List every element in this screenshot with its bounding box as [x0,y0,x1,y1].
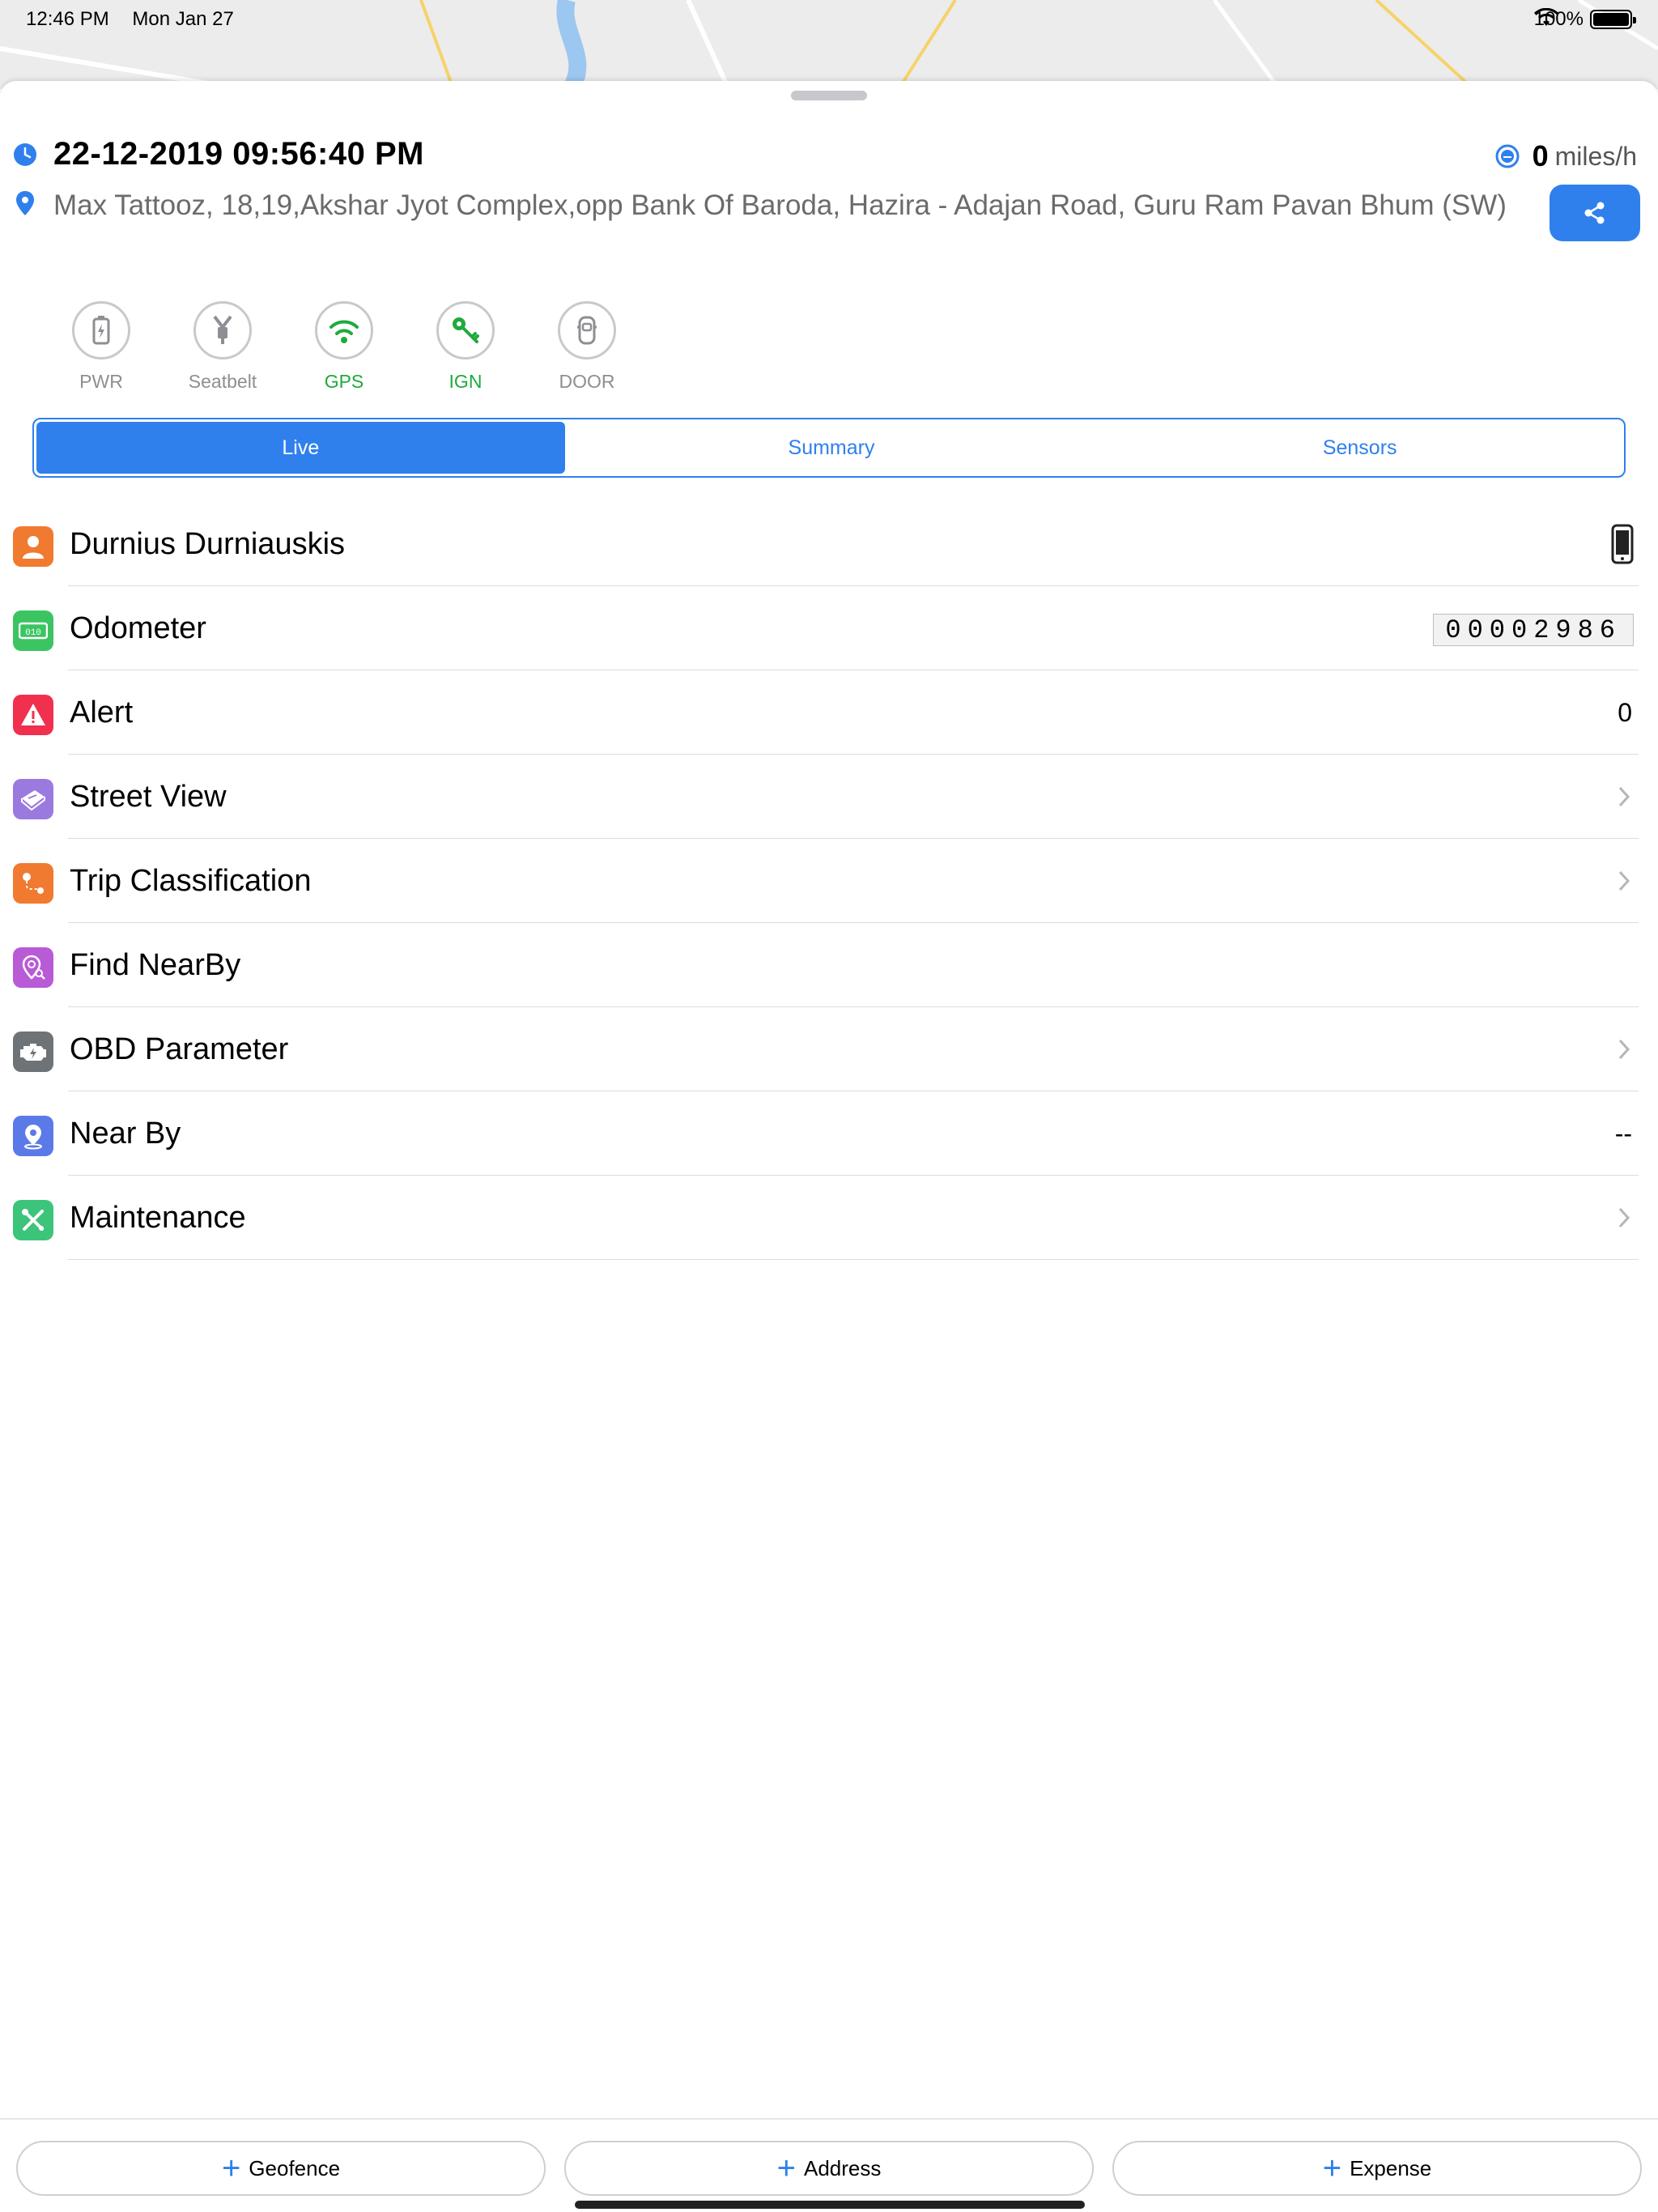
status-seatbelt-label: Seatbelt [188,371,257,392]
home-indicator[interactable] [575,2201,1085,2209]
list-item-find-nearby[interactable]: Find NearBy [0,923,1658,1007]
sheet-grabber[interactable] [791,91,867,100]
driver-name: Durnius Durniauskis [70,526,346,561]
phone-icon[interactable] [1611,524,1634,564]
svg-text:010: 010 [25,628,41,638]
status-gps: GPS [283,301,405,393]
tab-sensors[interactable]: Sensors [1095,419,1624,476]
battery-icon [92,316,110,345]
wifi-icon [1533,8,1558,26]
expense-label: Expense [1350,2155,1432,2180]
maintenance-label: Maintenance [70,1200,246,1235]
last-update-datetime: 22-12-2019 09:56:40 PM [53,136,424,172]
vehicle-address: Max Tattooz, 18,19,Akshar Jyot Complex,o… [53,189,1507,221]
status-pwr: PWR [40,301,162,393]
speed-unit: miles/h [1554,141,1637,171]
list-item-trip-classification[interactable]: Trip Classification [0,839,1658,923]
tab-live[interactable]: Live [36,422,565,474]
add-expense-button[interactable]: + Expense [1112,2141,1642,2196]
car-door-icon [577,316,597,345]
tab-summary[interactable]: Summary [568,419,1096,476]
person-icon [13,526,53,567]
address-row: Max Tattooz, 18,19,Akshar Jyot Complex,o… [13,185,1535,227]
status-seatbelt: Seatbelt [162,301,283,393]
near-by-value: -- [1614,1118,1632,1148]
list-item-maintenance[interactable]: Maintenance [0,1176,1658,1260]
battery-icon [1590,10,1636,29]
clock-icon [14,143,36,166]
find-nearby-icon [13,947,53,988]
map-view[interactable]: 12:46 PM Mon Jan 27 100% [0,0,1658,89]
plus-icon: + [1322,2150,1342,2186]
odometer-label: Odometer [70,610,206,645]
status-date: Mon Jan 27 [132,8,234,30]
chevron-right-icon [1618,870,1630,891]
speed-display: 0 miles/h [1495,139,1637,173]
add-geofence-button[interactable]: + Geofence [16,2141,546,2196]
location-pin-icon [13,1116,53,1156]
list-item-driver[interactable]: Durnius Durniauskis [0,502,1658,586]
geofence-label: Geofence [249,2155,341,2180]
alert-count: 0 [1618,697,1632,727]
list-item-near-by[interactable]: Near By -- [0,1091,1658,1176]
street-view-label: Street View [70,779,227,814]
address-label: Address [803,2155,882,2180]
status-ign: IGN [405,301,526,393]
street-view-icon [13,779,53,819]
status-ign-label: IGN [449,371,483,392]
trip-classification-label: Trip Classification [70,863,312,898]
speedometer-icon [1495,144,1520,168]
status-door: DOOR [526,301,648,393]
plus-icon: + [221,2150,241,2186]
plus-icon: + [776,2150,796,2186]
list-item-odometer: 010 Odometer 00002986 [0,586,1658,670]
vehicle-detail-sheet: 22-12-2019 09:56:40 PM 0 miles/h Max Tat… [0,81,1658,2212]
chevron-right-icon [1618,786,1630,807]
obd-parameter-label: OBD Parameter [70,1032,289,1066]
datetime-row: 22-12-2019 09:56:40 PM [13,136,424,172]
share-icon [1584,202,1605,224]
status-door-label: DOOR [559,371,615,392]
key-icon [453,317,479,343]
status-bar: 12:46 PM Mon Jan 27 100% [0,0,1658,39]
chevron-right-icon [1618,1207,1630,1228]
status-pwr-label: PWR [79,371,123,392]
speed-value: 0 [1532,139,1549,172]
find-nearby-label: Find NearBy [70,947,241,982]
alert-icon [13,695,53,735]
share-button[interactable] [1550,185,1640,241]
list-item-street-view[interactable]: Street View [0,755,1658,839]
vehicle-status-icons: PWR Seatbelt GPS IGN DOOR [40,301,648,393]
seatbelt-icon [213,315,232,344]
list-item-obd-parameter[interactable]: OBD Parameter [0,1007,1658,1091]
bottom-action-bar: + Geofence + Address + Expense [0,2118,1658,2212]
detail-tabs: Live Summary Sensors [32,418,1626,478]
status-time: 12:46 PM [26,8,109,30]
odometer-value: 00002986 [1433,614,1634,646]
tools-icon [13,1200,53,1240]
odometer-icon: 010 [13,610,53,651]
alert-label: Alert [70,695,134,730]
location-pin-icon [16,191,34,215]
wifi-signal-icon [329,320,359,343]
add-address-button[interactable]: + Address [564,2141,1094,2196]
engine-icon [13,1032,53,1072]
trip-icon [13,863,53,904]
chevron-right-icon [1618,1039,1630,1060]
near-by-label: Near By [70,1116,181,1151]
status-gps-label: GPS [324,371,364,392]
list-item-alert[interactable]: Alert 0 [0,670,1658,755]
live-details-list: Durnius Durniauskis 010 Odometer 0000298… [0,502,1658,1260]
